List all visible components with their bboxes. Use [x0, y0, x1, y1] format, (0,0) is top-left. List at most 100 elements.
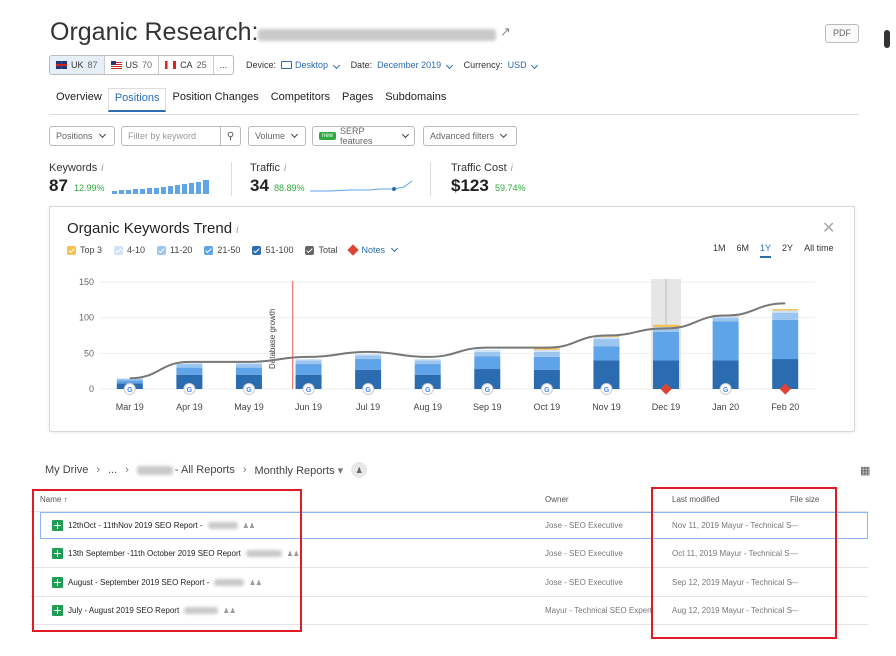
bar-segment [176, 364, 203, 368]
us-flag-icon [110, 61, 122, 69]
legend-total[interactable]: Total [305, 245, 337, 255]
device-dropdown[interactable]: Desktop [295, 60, 340, 70]
checkbox-icon [157, 245, 167, 255]
bar-segment [712, 317, 739, 322]
x-tick-label: May 19 [234, 402, 264, 412]
positions-filter[interactable]: Positions [49, 126, 115, 146]
tab-positions[interactable]: Positions [107, 88, 167, 112]
google-icon: G [127, 387, 133, 394]
tab-competitors[interactable]: Competitors [265, 88, 336, 112]
breadcrumb-more[interactable]: ... [108, 464, 117, 476]
legend-11-20[interactable]: 11-20 [157, 245, 192, 255]
range-2y[interactable]: 2Y [782, 243, 793, 258]
legend-21-50[interactable]: 21-50 [204, 245, 240, 255]
db-count: 87 [87, 60, 98, 70]
bar-segment [295, 364, 322, 375]
bar-segment [533, 349, 560, 352]
bar-segment [653, 331, 680, 361]
time-range-selector: 1M 6M 1Y 2Y All time [713, 243, 834, 258]
google-icon: G [723, 387, 729, 394]
metric-divider [231, 162, 232, 196]
currency-dropdown[interactable]: USD [507, 60, 539, 70]
redacted-domain [258, 29, 496, 41]
legend-top3[interactable]: Top 3 [67, 245, 102, 255]
keywords-metric-label: Keywords i [49, 162, 104, 174]
breadcrumb-monthly-reports[interactable]: Monthly Reports ▾ [255, 464, 344, 477]
chevron-down-icon [402, 131, 410, 138]
info-icon[interactable]: i [101, 163, 103, 174]
positions-filter-label: Positions [56, 131, 93, 141]
x-tick-label: Oct 19 [534, 402, 561, 412]
tab-position-changes[interactable]: Position Changes [166, 88, 264, 112]
chart-legend: Top 3 4-10 11-20 21-50 51-100 Total Note… [67, 244, 399, 256]
chevron-right-icon: › [96, 464, 101, 476]
page-title: Organic Research: [50, 18, 259, 46]
legend-51-100[interactable]: 51-100 [252, 245, 293, 255]
bar-segment [295, 360, 322, 365]
traffic-cost-change: 59.74% [495, 183, 526, 193]
legend-label: 21-50 [217, 245, 241, 255]
db-uk[interactable]: UK 87 [50, 56, 105, 74]
legend-4-10[interactable]: 4-10 [114, 245, 145, 255]
notes-dropdown[interactable]: Notes [347, 244, 399, 256]
metric-divider [430, 162, 431, 196]
checkbox-icon [204, 245, 214, 255]
tab-pages[interactable]: Pages [336, 88, 379, 112]
uk-flag-icon [56, 61, 67, 69]
tab-overview[interactable]: Overview [50, 88, 108, 112]
keywords-label: Keywords [49, 162, 98, 174]
keyword-search-input[interactable]: Filter by keyword ⚲ [121, 126, 241, 146]
advanced-filters[interactable]: Advanced filters [423, 126, 517, 146]
owner-column-header[interactable]: Owner [545, 495, 569, 504]
range-1y[interactable]: 1Y [760, 243, 772, 258]
owner-cell: Jose - SEO Executive [545, 578, 623, 587]
chevron-down-icon [332, 61, 340, 70]
tab-subdomains[interactable]: Subdomains [379, 88, 452, 112]
bar-segment [474, 351, 501, 357]
db-ca[interactable]: CA 25 [159, 56, 214, 74]
google-icon: G [425, 387, 431, 394]
range-1m[interactable]: 1M [713, 243, 726, 258]
breadcrumb: My Drive › ... › - All Reports › Monthly… [45, 462, 368, 478]
db-more-button[interactable]: ... [214, 56, 234, 74]
info-icon[interactable]: i [284, 163, 286, 174]
traffic-sparkline [310, 180, 413, 192]
close-icon[interactable]: ✕ [822, 218, 835, 238]
bar-segment [772, 310, 799, 313]
serp-features-filter[interactable]: new SERP features [312, 126, 415, 146]
date-dropdown[interactable]: December 2019 [377, 60, 453, 70]
breadcrumb-my-drive[interactable]: My Drive [45, 464, 88, 476]
db-code: UK [71, 60, 84, 70]
legend-label: 51-100 [265, 245, 294, 255]
scrollbar[interactable] [884, 30, 890, 48]
db-code: US [125, 60, 139, 70]
total-series-line [129, 302, 786, 380]
breadcrumb-all-reports[interactable]: - All Reports [175, 464, 235, 476]
keywords-sparkline [112, 180, 209, 194]
db-count: 25 [196, 60, 207, 70]
range-all-time[interactable]: All time [804, 243, 834, 258]
bar-segment [653, 324, 680, 327]
keywords-trend-chart: 050100150Database growthMar 19GApr 19GMa… [79, 277, 815, 412]
external-link-icon[interactable]: ↗ [500, 24, 511, 40]
grid-view-icon[interactable]: ▦ [860, 464, 870, 477]
volume-filter-label: Volume [255, 131, 286, 141]
bar-segment [533, 356, 560, 370]
db-count: 70 [142, 60, 153, 70]
google-icon: G [604, 387, 610, 394]
bar-segment [772, 312, 799, 320]
db-us[interactable]: US 70 [105, 56, 160, 74]
folder-name: Monthly Reports [254, 464, 335, 477]
volume-filter[interactable]: Volume [248, 126, 306, 146]
date-label: Date: [350, 60, 373, 70]
pdf-button[interactable]: PDF [825, 24, 859, 43]
search-icon[interactable]: ⚲ [220, 127, 240, 145]
currency-value: USD [507, 60, 527, 70]
new-badge: new [319, 132, 337, 140]
trend-title-text: Organic Keywords Trend [67, 220, 233, 237]
info-icon[interactable]: i [236, 225, 238, 236]
info-icon[interactable]: i [511, 163, 513, 174]
chevron-down-icon [500, 130, 508, 139]
date-value: December 2019 [377, 60, 442, 70]
range-6m[interactable]: 6M [737, 243, 750, 258]
